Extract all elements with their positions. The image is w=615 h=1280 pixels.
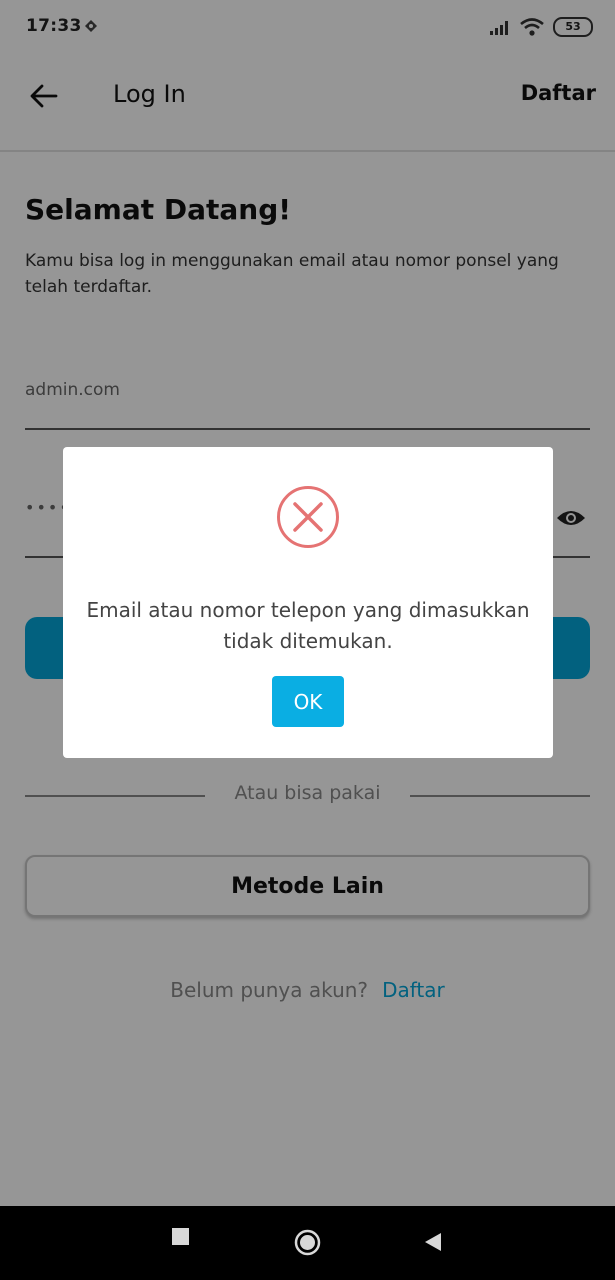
nav-back-icon[interactable] bbox=[424, 1232, 442, 1252]
recents-icon[interactable] bbox=[172, 1228, 189, 1245]
dialog-message: Email atau nomor telepon yang dimasukkan… bbox=[86, 598, 530, 653]
error-x-icon bbox=[277, 486, 339, 548]
ok-button[interactable]: OK bbox=[272, 676, 344, 727]
error-dialog: Email atau nomor telepon yang dimasukkan… bbox=[63, 447, 553, 758]
home-icon[interactable] bbox=[294, 1229, 321, 1256]
